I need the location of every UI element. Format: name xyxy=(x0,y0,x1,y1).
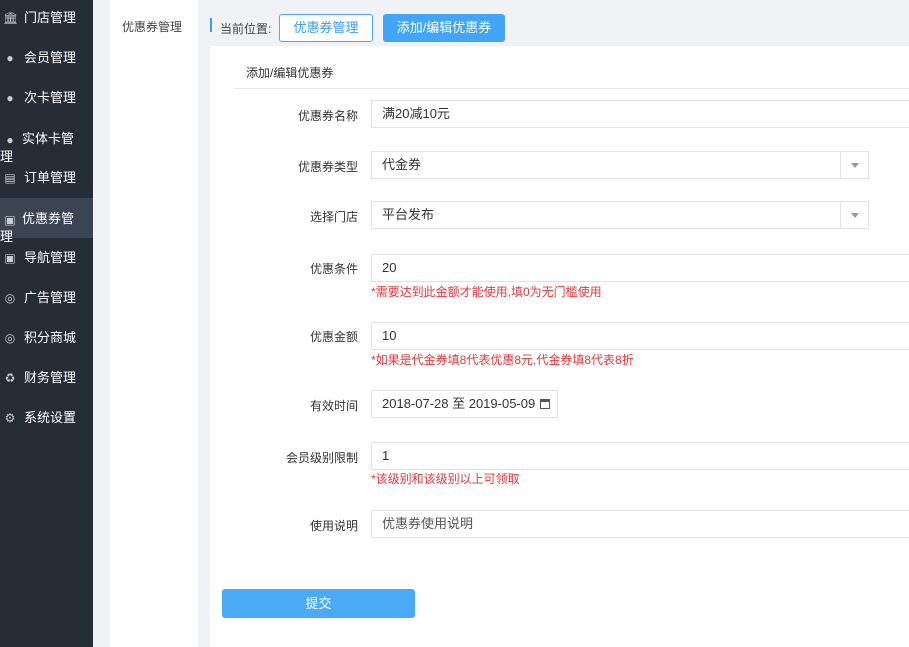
main-content: 当前位置: 优惠券管理 添加/编辑优惠券 添加/编辑优惠券 优惠券名称 满20减… xyxy=(210,0,909,647)
lifebuoy-icon: ◎ xyxy=(4,331,16,345)
amount-hint: *如果是代金券填8代表优惠8元,代金券填8代表8折 xyxy=(371,353,634,367)
sidebar-item-label: 门店管理 xyxy=(24,10,77,25)
validity-label: 有效时间 xyxy=(309,399,358,413)
divider xyxy=(234,88,909,89)
user-icon: ● xyxy=(6,91,14,105)
coupon-type-value: 代金券 xyxy=(382,157,422,172)
chevron-down-icon[interactable] xyxy=(840,202,868,228)
chevron-down-icon[interactable] xyxy=(840,152,868,178)
breadcrumb-label: 当前位置: xyxy=(220,22,272,36)
sidebar-item-label: 实体卡管理 xyxy=(0,131,75,164)
sub-navigation: 优惠券管理 xyxy=(110,0,198,647)
breadcrumb-coupon-manage-button[interactable]: 优惠券管理 xyxy=(279,14,373,42)
sidebar-item-label: 财务管理 xyxy=(24,370,77,385)
sidebar-item-label: 优惠券管理 xyxy=(0,211,75,244)
breadcrumb: 当前位置: 优惠券管理 添加/编辑优惠券 xyxy=(210,0,909,46)
gear-icon: ⚙ xyxy=(4,411,16,425)
sidebar-item-label: 导航管理 xyxy=(24,250,77,265)
validity-date-range-input[interactable]: 2018-07-28 至 2019-05-09 xyxy=(371,390,558,418)
sidebar-item-label: 次卡管理 xyxy=(24,90,77,105)
money-icon: ▣ xyxy=(4,251,16,265)
breadcrumb-add-edit-button[interactable]: 添加/编辑优惠券 xyxy=(383,14,505,42)
store-value: 平台发布 xyxy=(382,207,435,222)
amount-label: 优惠金额 xyxy=(309,330,358,344)
sidebar-item-label: 积分商城 xyxy=(24,330,77,345)
breadcrumb-marker xyxy=(210,18,212,32)
member-level-hint: *该级别和该级别以上可领取 xyxy=(371,472,520,486)
description-label: 使用说明 xyxy=(309,519,358,533)
store-label: 选择门店 xyxy=(309,210,358,224)
lifebuoy-icon: ◎ xyxy=(4,291,16,305)
coupon-type-select[interactable]: 代金券 xyxy=(371,151,869,179)
coupon-name-label: 优惠券名称 xyxy=(297,109,358,123)
recycle-icon: ♻ xyxy=(4,371,16,385)
user-icon: ● xyxy=(6,51,14,65)
validity-value: 2018-07-28 至 2019-05-09 xyxy=(382,396,536,411)
sidebar-item-label: 订单管理 xyxy=(24,170,77,185)
coupon-name-input[interactable]: 满20减10元 xyxy=(371,100,909,128)
panel-title: 添加/编辑优惠券 xyxy=(246,66,334,80)
member-level-input[interactable]: 1 xyxy=(371,442,909,470)
subnav-item-coupons[interactable]: 优惠券管理 xyxy=(122,18,182,35)
sidebar: 🏛 门店管理 ● 会员管理 ● 次卡管理 ● 实体卡管理 ▤ 订单管理 ▣ 优惠… xyxy=(0,0,93,647)
condition-input[interactable]: 20 xyxy=(371,254,909,282)
amount-input[interactable]: 10 xyxy=(371,322,909,350)
sidebar-item-label: 会员管理 xyxy=(24,50,77,65)
coupon-type-label: 优惠券类型 xyxy=(297,160,358,174)
bank-icon: 🏛 xyxy=(3,11,19,25)
sidebar-item-label: 广告管理 xyxy=(24,290,77,305)
store-select[interactable]: 平台发布 xyxy=(371,201,869,229)
submit-button[interactable]: 提交 xyxy=(222,589,415,618)
condition-label: 优惠条件 xyxy=(309,262,358,276)
sidebar-item-label: 系统设置 xyxy=(24,410,77,425)
condition-hint: *需要达到此金额才能使用,填0为无门槛使用 xyxy=(371,285,602,299)
description-input[interactable]: 优惠券使用说明 xyxy=(371,510,909,538)
calendar-icon[interactable] xyxy=(540,399,550,409)
member-level-label: 会员级别限制 xyxy=(285,451,358,465)
document-icon: ▤ xyxy=(4,171,16,185)
